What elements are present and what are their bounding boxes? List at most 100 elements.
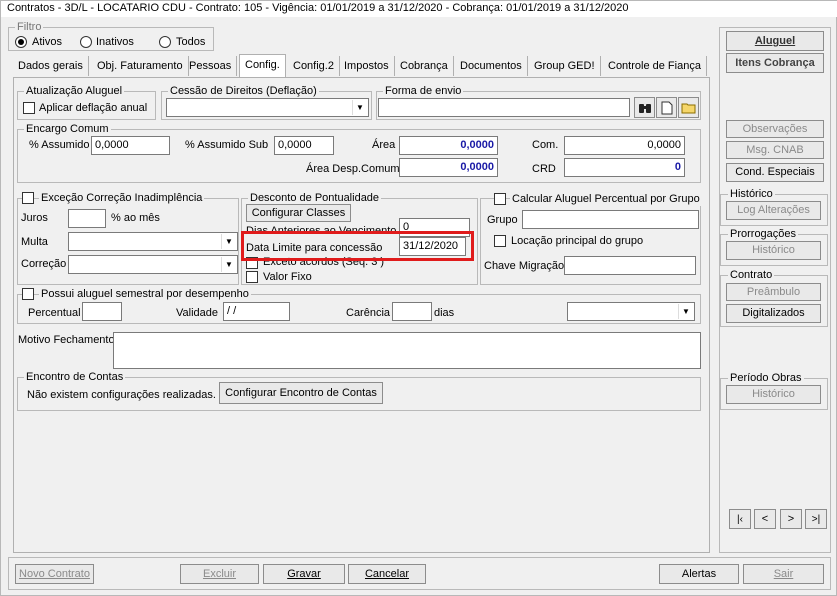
locacao-principal-checkbox[interactable]: [494, 235, 506, 247]
configurar-classes-button[interactable]: Configurar Classes: [246, 204, 351, 222]
cancelar-label: Cancelar: [364, 568, 410, 580]
calcular-label: Calcular Aluguel Percentual por Grupo: [510, 192, 702, 206]
contrato-legend: Contrato: [728, 269, 775, 281]
chave-migracao-label: Chave Migração: [484, 260, 565, 272]
open-folder-button[interactable]: [678, 97, 699, 118]
encontro-legend: Encontro de Contas: [24, 371, 126, 383]
juros-input[interactable]: [68, 209, 106, 228]
area-input[interactable]: 0,0000: [399, 136, 498, 155]
cessao-legend: Cessão de Direitos (Deflação): [168, 85, 319, 97]
tab-cobranca[interactable]: Cobrança: [395, 56, 454, 76]
percentual-label: Percentual: [28, 307, 81, 319]
encargo-legend: Encargo Comum: [24, 123, 111, 135]
multa-select[interactable]: ▼: [68, 232, 238, 251]
tab-impostos[interactable]: Impostos: [339, 56, 395, 76]
chevron-down-icon[interactable]: ▼: [678, 304, 693, 319]
tab-dados-gerais[interactable]: Dados gerais: [13, 56, 89, 76]
nav-first-button[interactable]: |‹: [729, 509, 751, 529]
semestral-select[interactable]: ▼: [567, 302, 695, 321]
carencia-input[interactable]: [392, 302, 432, 321]
com-label: Com.: [532, 139, 559, 151]
tab-config2[interactable]: Config.2: [288, 56, 340, 76]
nav-next-button[interactable]: >: [780, 509, 802, 529]
aluguel-label: Aluguel: [754, 35, 796, 47]
multa-label: Multa: [21, 236, 48, 248]
com-input[interactable]: 0,0000: [564, 136, 685, 155]
validade-input[interactable]: / /: [223, 302, 290, 321]
juros-unit: % ao mês: [111, 212, 160, 224]
radio-inativos-label: Inativos: [96, 36, 134, 48]
cond-especiais-button[interactable]: Cond. Especiais: [726, 163, 824, 182]
grupo-label: Grupo: [487, 214, 518, 226]
chevron-down-icon[interactable]: ▼: [221, 234, 236, 249]
digitalizados-button[interactable]: Digitalizados: [726, 304, 821, 323]
nav-prev-button[interactable]: <: [754, 509, 776, 529]
cessao-select[interactable]: ▼: [166, 98, 369, 117]
novo-contrato-button[interactable]: Novo Contrato: [15, 564, 94, 584]
cancelar-button[interactable]: Cancelar: [348, 564, 426, 584]
dias-unit: dias: [434, 307, 455, 319]
percentual-input[interactable]: [82, 302, 122, 321]
motivo-label: Motivo Fechamento: [18, 334, 115, 346]
tab-controle-fianca[interactable]: Controle de Fiança: [603, 56, 707, 76]
semestral-checkbox[interactable]: [22, 288, 34, 300]
radio-ativos-label: Ativos: [32, 36, 62, 48]
window-title: Contratos - 3D/L - LOCATARIO CDU - Contr…: [1, 1, 837, 17]
aplicar-deflacao-checkbox[interactable]: [23, 102, 35, 114]
tab-group-ged[interactable]: Group GED!: [529, 56, 601, 76]
radio-ativos[interactable]: [15, 36, 27, 48]
aplicar-deflacao-label: Aplicar deflação anual: [39, 102, 148, 114]
prorrogacoes-historico-button[interactable]: Histórico: [726, 241, 821, 260]
sair-label: Sair: [773, 568, 794, 580]
tab-documentos[interactable]: Documentos: [455, 56, 528, 76]
gravar-button[interactable]: Gravar: [263, 564, 345, 584]
tab-pessoas[interactable]: Pessoas: [184, 56, 238, 76]
chave-migracao-input[interactable]: [564, 256, 696, 275]
radio-inativos[interactable]: [80, 36, 92, 48]
valor-fixo-label: Valor Fixo: [263, 271, 312, 283]
alertas-button[interactable]: Alertas: [659, 564, 739, 584]
calcular-checkbox[interactable]: [494, 193, 506, 205]
excluir-button[interactable]: Excluir: [180, 564, 259, 584]
correcao-select[interactable]: ▼: [68, 255, 238, 274]
crd-input[interactable]: 0: [564, 158, 685, 177]
motivo-input[interactable]: [113, 332, 701, 369]
grupo-input[interactable]: [522, 210, 699, 229]
tab-config[interactable]: Config.: [239, 54, 286, 78]
forma-envio-legend: Forma de envio: [383, 85, 464, 97]
novo-contrato-label: Novo Contrato: [19, 568, 90, 580]
sair-button[interactable]: Sair: [743, 564, 824, 584]
binoculars-icon: [638, 104, 651, 113]
excecao-checkbox[interactable]: [22, 192, 34, 204]
filter-legend: Filtro: [15, 21, 44, 33]
radio-todos[interactable]: [159, 36, 171, 48]
validade-label: Validade: [176, 307, 218, 319]
historico-legend: Histórico: [728, 188, 775, 200]
correcao-label: Correção: [21, 258, 67, 270]
locacao-principal-label: Locação principal do grupo: [511, 235, 644, 247]
new-document-button[interactable]: [656, 97, 677, 118]
chevron-down-icon[interactable]: ▼: [221, 257, 236, 272]
assumido-sub-input[interactable]: 0,0000: [274, 136, 334, 155]
forma-envio-input[interactable]: [378, 98, 630, 117]
configurar-encontro-button[interactable]: Configurar Encontro de Contas: [219, 382, 383, 404]
assumido-input[interactable]: 0,0000: [91, 136, 170, 155]
itens-cobranca-button[interactable]: Itens Cobrança: [726, 53, 824, 73]
preambulo-button[interactable]: Preâmbulo: [726, 283, 821, 301]
chevron-right-icon: >: [787, 513, 795, 525]
prorrogacoes-legend: Prorrogações: [728, 228, 799, 240]
tab-obj-faturamento[interactable]: Obj. Faturamento: [92, 56, 189, 76]
area-desp-input[interactable]: 0,0000: [399, 158, 498, 177]
binoculars-button[interactable]: [634, 97, 655, 118]
folder-icon: [681, 103, 696, 114]
chevron-down-icon[interactable]: ▼: [352, 100, 367, 115]
msg-cnab-button[interactable]: Msg. CNAB: [726, 141, 824, 159]
periodo-historico-button[interactable]: Histórico: [726, 385, 821, 404]
log-alteracoes-button[interactable]: Log Alterações: [726, 201, 821, 220]
nav-last-button[interactable]: >|: [805, 509, 827, 529]
observacoes-button[interactable]: Observações: [726, 120, 824, 138]
valor-fixo-checkbox[interactable]: [246, 271, 258, 283]
aluguel-button[interactable]: Aluguel: [726, 31, 824, 51]
encontro-text: Não existem configurações realizadas.: [27, 389, 216, 401]
periodo-obras-legend: Período Obras: [728, 372, 804, 384]
